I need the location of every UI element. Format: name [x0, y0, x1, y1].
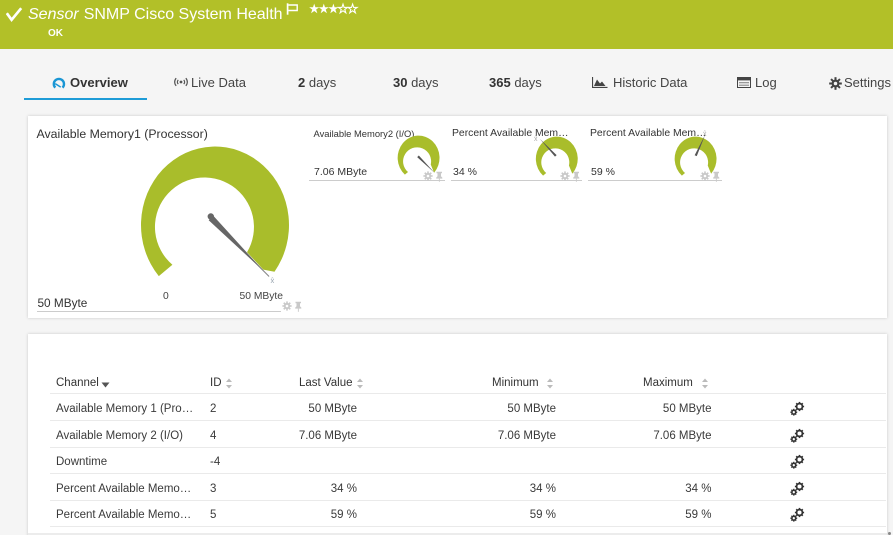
svg-text:x̂: x̂ [703, 131, 707, 138]
svg-text:x̂: x̂ [534, 136, 538, 143]
svg-text:x̂: x̂ [270, 276, 274, 285]
